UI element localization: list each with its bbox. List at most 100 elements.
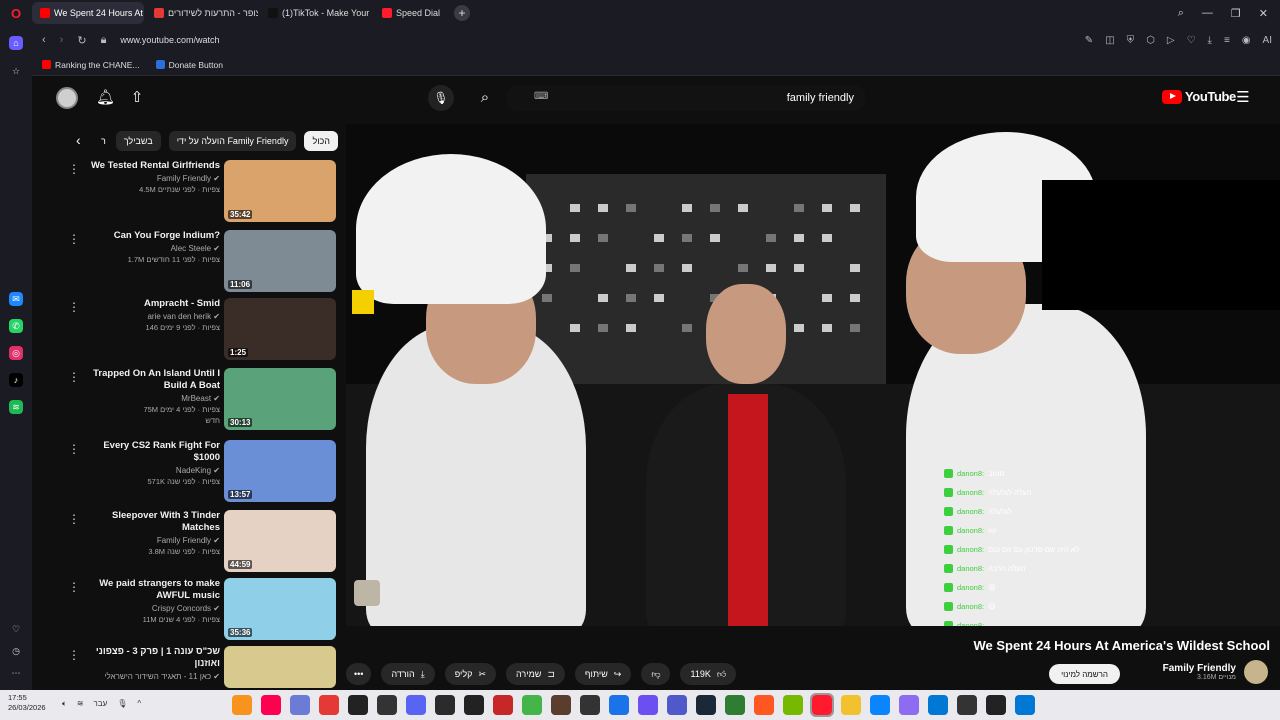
windows-start-icon[interactable] (1015, 695, 1035, 715)
opera-logo-icon[interactable]: O (0, 0, 32, 26)
epic-games-icon[interactable] (580, 695, 600, 715)
terminal-icon[interactable] (464, 695, 484, 715)
channel-avatar[interactable] (1244, 660, 1268, 684)
related-video-thumbnail[interactable]: 35:42 (224, 160, 336, 222)
related-video-thumbnail[interactable] (224, 646, 336, 688)
download-icon[interactable]: ⤓ (1208, 35, 1212, 46)
filter-chip[interactable]: הועלה על ידי Family Friendly (168, 131, 297, 151)
video-player[interactable]: danon8: סטוב danon8: העלה לגלעלה danon8: לגלע… (346, 124, 1280, 626)
favorites-icon[interactable]: ♡ (9, 622, 23, 636)
related-video-item[interactable]: ⋮ Trapped On An Island Until I Build A B… (32, 368, 338, 434)
back-icon[interactable]: ‹ (42, 34, 46, 46)
chatgpt-icon[interactable] (348, 695, 368, 715)
related-video-thumbnail[interactable]: 30:13 (224, 368, 336, 430)
spotify-icon[interactable]: ≋ (9, 400, 23, 414)
related-video-channel[interactable]: כאן 11 - תאגיד השידור הישראלי ✔︎ (80, 672, 220, 681)
video-menu-icon[interactable]: ⋮ (68, 370, 80, 384)
video-menu-icon[interactable]: ⋮ (68, 580, 80, 594)
search-icon[interactable] (986, 695, 1006, 715)
ai-icon[interactable]: AI (1263, 35, 1272, 46)
related-video-item[interactable]: ⋮ We paid strangers to make AWFUL music … (32, 578, 338, 644)
related-video-channel[interactable]: MrBeast ✔︎ (80, 394, 220, 403)
shield-icon[interactable]: ⛨ (1127, 35, 1135, 46)
related-video-thumbnail[interactable]: 13:57 (224, 440, 336, 502)
discord-icon[interactable] (406, 695, 426, 715)
video-menu-icon[interactable]: ⋮ (68, 232, 80, 246)
edit-icon[interactable]: ✎ (1085, 35, 1093, 46)
related-video-thumbnail[interactable]: 44:59 (224, 510, 336, 572)
related-video-item[interactable]: ⋮ Ampracht - Smid arie van den herik ✔︎ … (32, 298, 338, 364)
browser-tab[interactable]: Speed Dial (374, 2, 448, 24)
wifi-icon[interactable]: ≋ (77, 699, 84, 709)
home-icon[interactable]: ⌂ (9, 36, 23, 50)
app-icon[interactable] (377, 695, 397, 715)
filter-chip[interactable]: ר (99, 131, 108, 151)
notifications-icon[interactable]: 🔔︎ (96, 89, 115, 107)
close-icon[interactable]: ✕ (1259, 7, 1268, 20)
steam-icon[interactable] (696, 695, 716, 715)
more-icon[interactable]: ⋯ (9, 666, 23, 680)
related-video-channel[interactable]: Family Friendly ✔︎ (80, 536, 220, 545)
app-icon[interactable] (899, 695, 919, 715)
rhythm-icon[interactable] (319, 695, 339, 715)
nvidia-icon[interactable] (783, 695, 803, 715)
video-menu-icon[interactable]: ⋮ (68, 442, 80, 456)
more-actions-button[interactable]: ••• (346, 663, 372, 685)
related-video-item[interactable]: ⋮ Can You Forge Indium? Alec Steele ✔︎ 1… (32, 230, 338, 296)
app-icon[interactable] (551, 695, 571, 715)
channel-name[interactable]: Family Friendly (1163, 663, 1236, 674)
file-explorer-icon[interactable] (841, 695, 861, 715)
tiktok-icon[interactable]: ♪ (9, 373, 23, 387)
whatsapp-icon[interactable]: ✆ (9, 319, 23, 333)
teams-icon[interactable] (667, 695, 687, 715)
browser-tab[interactable]: We Spent 24 Hours At An (32, 2, 144, 24)
extension-icon[interactable]: ⬡ (1146, 35, 1155, 46)
minimize-icon[interactable]: — (1202, 7, 1213, 19)
clock[interactable]: 17:55 26/03/2026 (8, 693, 46, 713)
related-video-item[interactable]: ⋮ Sleepover With 3 Tinder Matches Family… (32, 510, 338, 576)
bookmark-item[interactable]: Donate Button (155, 60, 223, 70)
dislike-button[interactable]: 👎︎ (641, 663, 671, 685)
volume-icon[interactable]: 🔈︎ (62, 699, 67, 709)
reload-icon[interactable]: ↻ (77, 34, 86, 47)
app-icon[interactable] (435, 695, 455, 715)
grid-app-icon[interactable] (638, 695, 658, 715)
browser-tab[interactable]: (1)TikTok - Make Your Day (260, 2, 372, 24)
tiktok-icon[interactable] (261, 695, 281, 715)
mic-icon[interactable]: 🎙︎ (117, 699, 127, 709)
app-icon[interactable] (957, 695, 977, 715)
video-menu-icon[interactable]: ⋮ (68, 648, 80, 662)
heart-icon[interactable]: ♡ (1187, 35, 1196, 46)
save-button[interactable]: שמירה ⊐ (506, 663, 565, 685)
related-video-channel[interactable]: Family Friendly ✔︎ (80, 174, 220, 183)
new-tab-button[interactable]: + (454, 5, 471, 21)
video-menu-icon[interactable]: ⋮ (68, 300, 80, 314)
related-video-thumbnail[interactable]: 11:06 (224, 230, 336, 292)
excel-icon[interactable] (725, 695, 745, 715)
language-indicator[interactable]: עבר (94, 699, 108, 709)
related-video-thumbnail[interactable]: 35:36 (224, 578, 336, 640)
minecraft-icon[interactable] (522, 695, 542, 715)
profile-icon[interactable]: ◉ (1242, 35, 1251, 46)
upload-icon[interactable]: ⇧ (128, 89, 146, 107)
voice-search-button[interactable]: 🎙︎ (428, 85, 454, 111)
chevron-up-icon[interactable]: ^ (137, 699, 141, 709)
maximize-icon[interactable]: ❐ (1231, 7, 1241, 20)
video-menu-icon[interactable]: ⋮ (68, 162, 80, 176)
search-icon[interactable]: ⌕ (1178, 7, 1184, 20)
menu-icon[interactable]: ≡ (1224, 35, 1230, 46)
camera-icon[interactable]: ◫ (1105, 35, 1114, 46)
forward-icon[interactable]: › (60, 34, 64, 46)
filter-chip[interactable]: הכול (304, 131, 338, 151)
history-icon[interactable]: ◷ (9, 644, 23, 658)
search-icon[interactable]: ⌕ (476, 89, 494, 107)
hamburger-menu-icon[interactable]: ☰ (1234, 89, 1252, 107)
settings-icon[interactable] (290, 695, 310, 715)
instagram-icon[interactable]: ◎ (9, 346, 23, 360)
clip-button[interactable]: קליפ ✂ (444, 663, 496, 685)
video-menu-icon[interactable]: ⋮ (68, 512, 80, 526)
related-video-thumbnail[interactable]: 1:25 (224, 298, 336, 360)
related-video-channel[interactable]: NadeKing ✔︎ (80, 466, 220, 475)
related-video-item[interactable]: ⋮ We Tested Rental Girlfriends Family Fr… (32, 160, 338, 226)
youtube-logo[interactable]: YouTube (1162, 89, 1236, 104)
